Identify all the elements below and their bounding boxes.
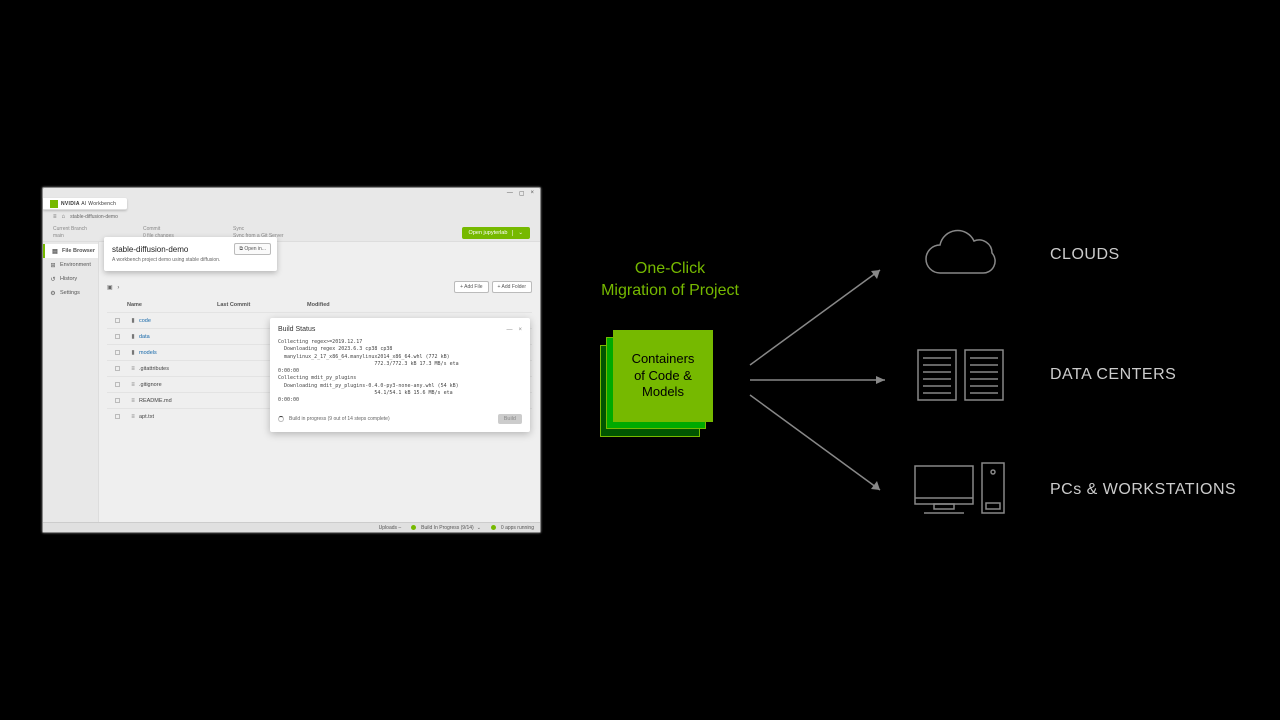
open-in-button[interactable]: ⧉ Open in... xyxy=(234,243,271,255)
folder-icon: ▮ xyxy=(127,317,139,324)
build-close-button[interactable]: × xyxy=(518,327,522,333)
build-status-title: Build Status xyxy=(278,326,315,333)
col-last-commit[interactable]: Last Commit xyxy=(217,302,307,308)
target-clouds: CLOUDS xyxy=(910,220,1120,290)
open-jupyterlab-button[interactable]: Open jupyterlab ⌄ xyxy=(462,227,530,239)
file-toolbar: ▣ › + Add File + Add Folder xyxy=(99,280,540,294)
target-label: DATA CENTERS xyxy=(1050,366,1176,384)
row-checkbox[interactable] xyxy=(115,366,120,371)
build-button[interactable]: Build xyxy=(498,414,522,424)
arrows xyxy=(740,230,920,530)
main-panel: stable-diffusion-demo A workbench projec… xyxy=(99,242,540,522)
project-info-card: stable-diffusion-demo A workbench projec… xyxy=(104,237,277,271)
project-description: A workbench project demo using stable di… xyxy=(112,257,269,263)
server-rack-icon xyxy=(910,340,1010,410)
file-browser-icon: ▤ xyxy=(52,248,58,254)
row-checkbox[interactable] xyxy=(115,350,120,355)
target-label: PCs & WORKSTATIONS xyxy=(1050,481,1236,499)
row-checkbox[interactable] xyxy=(115,414,120,419)
spinner-icon xyxy=(278,416,284,422)
open-dropdown-icon[interactable]: ⌄ xyxy=(512,230,523,236)
window-minimize-button[interactable]: — xyxy=(507,190,513,196)
workstation-icon xyxy=(910,455,1010,525)
window-titlebar: — ▢ × xyxy=(43,188,540,198)
status-dot-icon xyxy=(491,525,496,530)
add-folder-button[interactable]: + Add Folder xyxy=(492,281,533,293)
sidebar-item-environment[interactable]: ⊞ Environment xyxy=(43,258,98,272)
breadcrumb: ≡ ⌂ stable-diffusion-demo xyxy=(43,210,540,224)
breadcrumb-project[interactable]: stable-diffusion-demo xyxy=(70,214,118,220)
environment-icon: ⊞ xyxy=(50,262,56,268)
nvidia-logo-icon xyxy=(50,200,58,208)
col-modified[interactable]: Modified xyxy=(307,302,532,308)
row-checkbox[interactable] xyxy=(115,318,120,323)
status-dot-icon xyxy=(411,525,416,530)
cloud-icon xyxy=(910,220,1010,290)
path-crumb[interactable]: ▣ › xyxy=(107,284,122,291)
status-build[interactable]: Build In Progress (9/14) ⌄ xyxy=(411,525,481,531)
brand-text: NVIDIA AI Workbench xyxy=(61,201,116,207)
build-collapse-button[interactable]: — xyxy=(506,327,512,333)
sidebar-item-file-browser[interactable]: ▤ File Browser xyxy=(43,244,98,258)
home-icon[interactable]: ⌂ xyxy=(62,214,66,220)
file-icon: ≡ xyxy=(127,398,139,404)
folder-icon: ▮ xyxy=(127,349,139,356)
build-status-panel: Build Status — × Collecting regex>=2019.… xyxy=(270,318,530,432)
root-folder-icon: ▣ xyxy=(107,285,113,291)
status-bar: Uploads – Build In Progress (9/14) ⌄ 0 a… xyxy=(43,522,540,532)
container-stack: Containers of Code & Models xyxy=(600,330,713,437)
status-uploads[interactable]: Uploads – xyxy=(379,525,402,531)
target-datacenters: DATA CENTERS xyxy=(910,340,1176,410)
target-label: CLOUDS xyxy=(1050,246,1120,264)
row-checkbox[interactable] xyxy=(115,398,120,403)
file-icon: ≡ xyxy=(127,382,139,388)
window-maximize-button[interactable]: ▢ xyxy=(519,190,525,197)
col-name[interactable]: Name xyxy=(127,302,217,308)
build-log: Collecting regex>=2019.12.17 Downloading… xyxy=(278,339,522,404)
menu-icon[interactable]: ≡ xyxy=(53,214,57,220)
sidebar: ▤ File Browser ⊞ Environment ↺ History ⚙… xyxy=(43,242,99,522)
folder-icon: ▮ xyxy=(127,333,139,340)
status-apps[interactable]: 0 apps running xyxy=(491,525,534,531)
migration-diagram: One-Click Migration of Project Container… xyxy=(560,230,1260,530)
table-header: Name Last Commit Modified xyxy=(107,298,532,312)
window-close-button[interactable]: × xyxy=(530,190,534,196)
row-checkbox[interactable] xyxy=(115,382,120,387)
file-icon: ≡ xyxy=(127,366,139,372)
container-label: Containers of Code & Models xyxy=(613,330,713,422)
build-progress-text: Build in progress (9 out of 14 steps com… xyxy=(289,416,390,422)
add-file-button[interactable]: + Add File xyxy=(454,281,488,293)
file-icon: ≡ xyxy=(127,414,139,420)
row-checkbox[interactable] xyxy=(115,334,120,339)
sidebar-item-history[interactable]: ↺ History xyxy=(43,272,98,286)
settings-icon: ⚙ xyxy=(50,290,56,296)
history-icon: ↺ xyxy=(50,276,56,282)
target-workstations: PCs & WORKSTATIONS xyxy=(910,455,1236,525)
sidebar-item-settings[interactable]: ⚙ Settings xyxy=(43,286,98,300)
workbench-window: — ▢ × NVIDIA AI Workbench ≡ ⌂ stable-dif… xyxy=(42,187,541,533)
brand-strip: NVIDIA AI Workbench xyxy=(43,198,127,210)
